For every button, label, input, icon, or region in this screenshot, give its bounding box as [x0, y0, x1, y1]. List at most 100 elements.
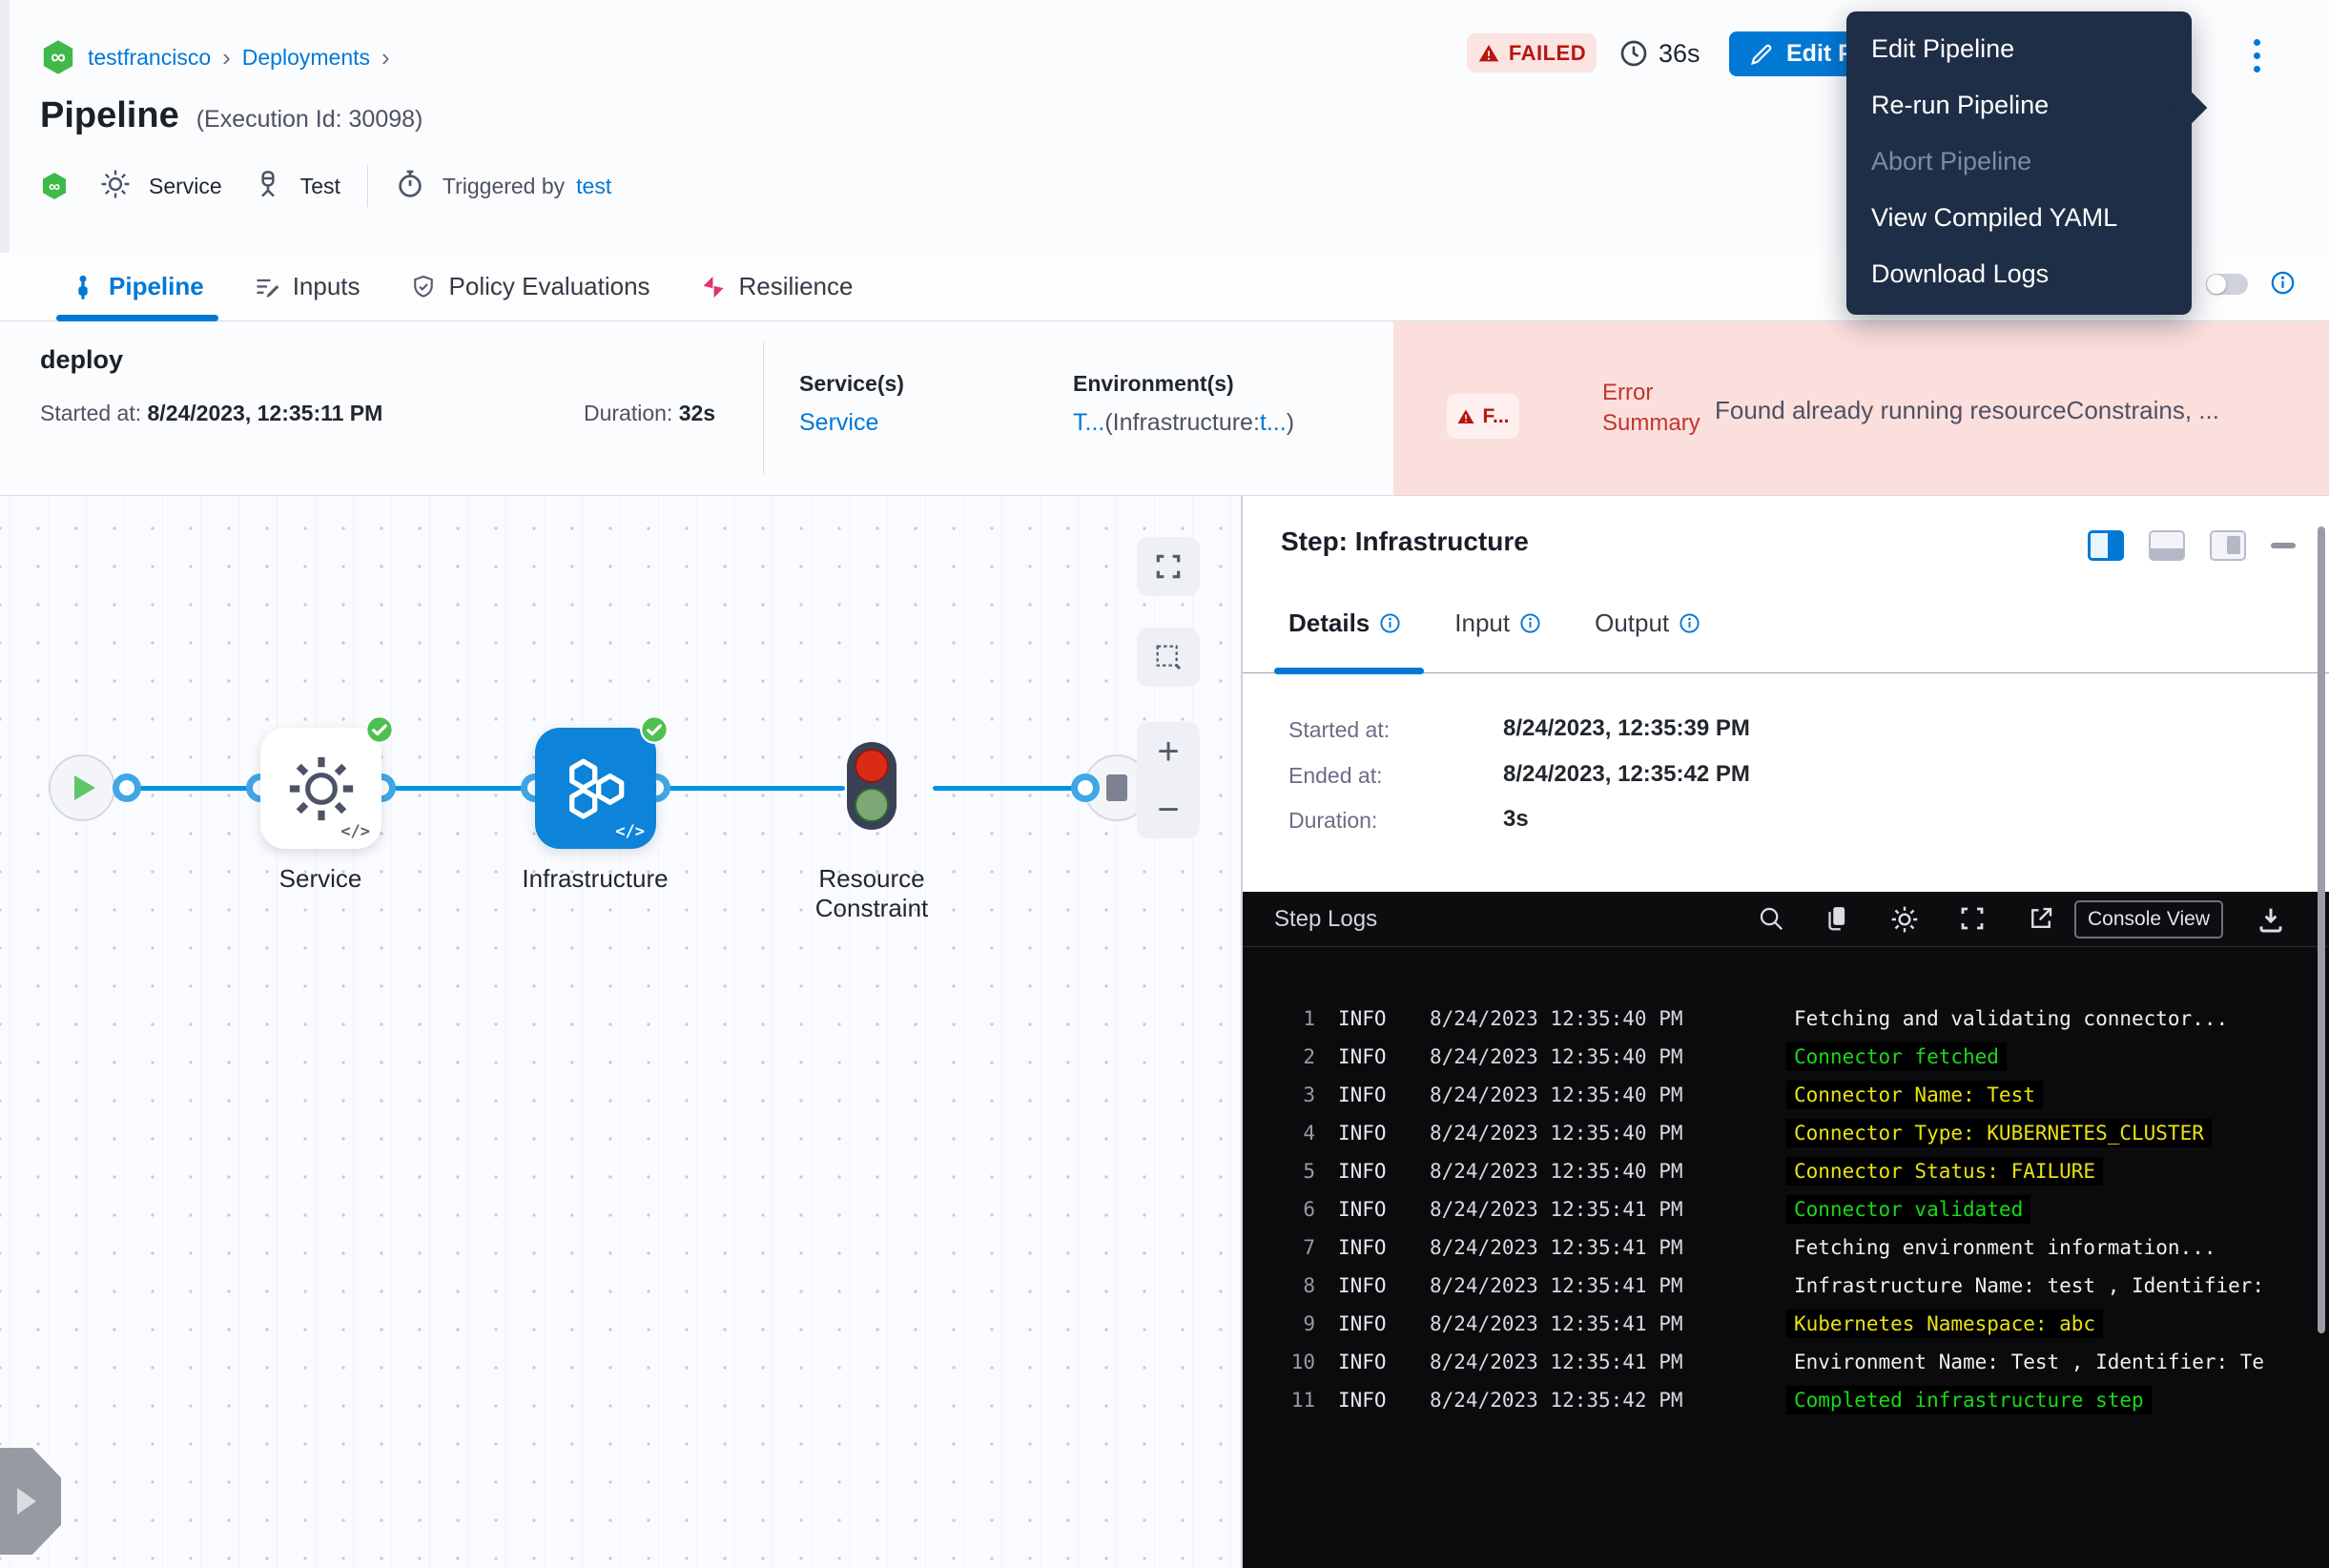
step-panel-title: Step: Infrastructure [1281, 526, 1529, 557]
execution-id: (Execution Id: 30098) [196, 106, 423, 134]
node-resource-constraint[interactable] [847, 742, 897, 830]
harness-logo-icon: ∞ [40, 38, 76, 76]
triggered-by-user[interactable]: test [576, 174, 611, 199]
red-light-icon [855, 749, 889, 783]
detail-ended-label: Ended at: [1288, 763, 1382, 789]
play-icon [74, 775, 95, 800]
breadcrumb-deployments[interactable]: Deployments [242, 45, 370, 71]
log-row[interactable]: 4INFO8/24/2023 12:35:40 PMConnector Type… [1243, 1114, 2329, 1152]
pipeline-actions-menu: Edit Pipeline Re-run Pipeline Abort Pipe… [1846, 11, 2192, 315]
step-logs-console: Step Logs Console View [1243, 892, 2329, 1568]
panel-scrollbar[interactable] [2318, 526, 2325, 1333]
services-header: Service(s) [799, 371, 904, 397]
layout-right-split-button[interactable] [2088, 530, 2124, 561]
active-tab-underline [56, 315, 218, 321]
search-icon[interactable] [1757, 904, 1785, 938]
start-node[interactable] [49, 754, 115, 821]
service-name[interactable]: Service [149, 174, 222, 199]
tab-input[interactable]: Input [1454, 609, 1541, 638]
step-details-panel: Step: Infrastructure Details Input Outpu… [1242, 496, 2329, 1568]
stopwatch-icon [395, 169, 425, 204]
more-options-button[interactable] [2237, 32, 2276, 78]
log-row[interactable]: 5INFO8/24/2023 12:35:40 PMConnector Stat… [1243, 1152, 2329, 1190]
pipeline-meta-row: ∞ Service Test Triggered by test [40, 164, 611, 208]
error-summary-region: F... ErrorSummary Found already running … [1393, 321, 2329, 495]
detail-duration-value: 3s [1503, 806, 1529, 833]
step-logs-header: Step Logs Console View [1243, 892, 2329, 947]
expand-icon [1153, 551, 1184, 582]
infrastructure-hexagons-icon [558, 751, 634, 827]
tab-details[interactable]: Details [1288, 609, 1401, 638]
edge-infrastructure-constraint [656, 786, 845, 791]
pipeline-canvas[interactable]: </> Service </> Infrastructure ResourceC… [0, 496, 1242, 1568]
divider [367, 165, 368, 207]
node-infrastructure[interactable]: </> [535, 728, 656, 849]
active-tab-underline [1274, 668, 1424, 674]
canvas-select-button[interactable] [1137, 628, 1200, 687]
resilience-icon [700, 274, 727, 300]
log-row[interactable]: 9INFO8/24/2023 12:35:41 PMKubernetes Nam… [1243, 1305, 2329, 1343]
tab-inputs[interactable]: Inputs [254, 272, 361, 301]
step-panel-tabs: Details Input Output [1288, 609, 1700, 638]
environments-header: Environment(s) [1073, 371, 1234, 397]
menu-item-download-logs[interactable]: Download Logs [1846, 246, 2192, 302]
log-row[interactable]: 1INFO8/24/2023 12:35:40 PMFetching and v… [1243, 1000, 2329, 1038]
environment-link[interactable]: T...(Infrastructure:t...) [1073, 409, 1294, 437]
node-service[interactable]: </> [260, 728, 381, 849]
stop-icon [1106, 774, 1127, 801]
template-icon: </> [615, 822, 645, 841]
page-title-row: Pipeline (Execution Id: 30098) [40, 95, 423, 136]
tab-resilience[interactable]: Resilience [700, 272, 854, 301]
copy-icon[interactable] [1823, 904, 1851, 938]
edge-service-infrastructure [381, 786, 535, 791]
tab-pipeline[interactable]: Pipeline [70, 272, 204, 301]
log-row[interactable]: 2INFO8/24/2023 12:35:40 PMConnector fetc… [1243, 1038, 2329, 1076]
error-status-badge: F... [1447, 394, 1519, 439]
console-view-button[interactable]: Console View [2074, 900, 2223, 939]
info-icon [1679, 612, 1700, 634]
menu-item-rerun-pipeline[interactable]: Re-run Pipeline [1846, 77, 2192, 134]
error-message[interactable]: Found already running resourceConstrains… [1715, 396, 2325, 425]
log-row[interactable]: 7INFO8/24/2023 12:35:41 PMFetching envir… [1243, 1228, 2329, 1267]
detail-started-label: Started at: [1288, 717, 1390, 743]
view-toggle[interactable] [2206, 274, 2248, 295]
log-row[interactable]: 6INFO8/24/2023 12:35:41 PMConnector vali… [1243, 1190, 2329, 1228]
info-icon[interactable] [2270, 270, 2296, 300]
clock-icon [1618, 38, 1649, 69]
info-icon [1519, 612, 1541, 634]
service-link[interactable]: Service [799, 409, 878, 437]
menu-item-abort-pipeline[interactable]: Abort Pipeline [1846, 134, 2192, 190]
expand-panel-handle[interactable] [0, 1448, 61, 1555]
stage-name[interactable]: deploy [40, 345, 123, 375]
panel-layout-controls [2088, 530, 2296, 561]
zoom-out-button[interactable]: − [1157, 791, 1179, 829]
canvas-fullscreen-button[interactable] [1137, 537, 1200, 596]
stage-summary-bar: deploy Started at: 8/24/2023, 12:35:11 P… [0, 321, 2329, 496]
page-title: Pipeline [40, 95, 179, 136]
connector-point[interactable] [113, 774, 141, 802]
minimize-panel-button[interactable] [2271, 543, 2296, 548]
pencil-icon [1748, 41, 1775, 68]
menu-item-edit-pipeline[interactable]: Edit Pipeline [1846, 21, 2192, 77]
environment-icon [253, 169, 283, 204]
zoom-in-button[interactable]: + [1157, 732, 1179, 771]
breadcrumb-project[interactable]: testfrancisco [88, 45, 211, 71]
tab-output[interactable]: Output [1595, 609, 1700, 638]
log-row[interactable]: 8INFO8/24/2023 12:35:41 PMInfrastructure… [1243, 1267, 2329, 1305]
zoom-controls: + − [1137, 722, 1200, 838]
log-row[interactable]: 11INFO8/24/2023 12:35:42 PMCompleted inf… [1243, 1381, 2329, 1419]
connector-point[interactable] [1071, 774, 1100, 802]
fullscreen-icon[interactable] [1958, 904, 1987, 938]
log-row[interactable]: 10INFO8/24/2023 12:35:41 PMEnvironment N… [1243, 1343, 2329, 1381]
layout-floating-button[interactable] [2210, 530, 2246, 561]
gear-icon[interactable] [1889, 904, 1920, 939]
external-link-icon[interactable] [2027, 904, 2055, 938]
tab-policy-evaluations[interactable]: Policy Evaluations [410, 272, 650, 301]
node-label-service: Service [216, 864, 425, 894]
layout-bottom-split-button[interactable] [2149, 530, 2185, 561]
success-check-icon [640, 715, 669, 744]
log-row[interactable]: 3INFO8/24/2023 12:35:40 PMConnector Name… [1243, 1076, 2329, 1114]
environment-name[interactable]: Test [300, 174, 340, 199]
menu-item-view-compiled-yaml[interactable]: View Compiled YAML [1846, 190, 2192, 246]
download-icon[interactable] [2256, 904, 2286, 939]
